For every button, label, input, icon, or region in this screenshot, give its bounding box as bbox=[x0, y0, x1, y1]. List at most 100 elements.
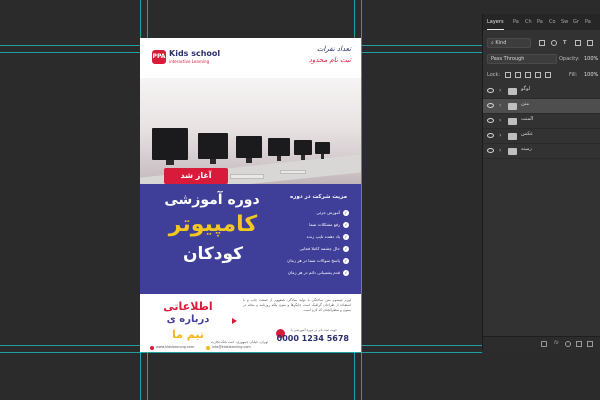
new-group-icon[interactable] bbox=[587, 341, 593, 347]
check-icon: ✓ bbox=[343, 258, 349, 264]
chevron-right-icon[interactable]: › bbox=[499, 102, 501, 109]
check-icon: ✓ bbox=[343, 246, 349, 252]
eye-icon[interactable] bbox=[487, 133, 494, 138]
list-item: ✓رفع مشکلات شما bbox=[275, 220, 349, 232]
type-filter-icon[interactable]: T bbox=[563, 38, 566, 48]
filter-kind-select[interactable]: ⌕ Kind bbox=[487, 38, 531, 48]
folder-icon bbox=[508, 148, 517, 155]
fill-label: Fill: bbox=[569, 72, 578, 78]
layer-name: زمینه bbox=[521, 146, 532, 152]
feature-text: یاد دهنده تایپ زنده bbox=[306, 234, 340, 239]
email-text: info@kidslearning.com bbox=[212, 345, 251, 349]
headline-course: دوره آموزشی bbox=[164, 192, 260, 208]
header-limited-text: ثبت نام محدود bbox=[308, 56, 351, 64]
folder-icon bbox=[508, 103, 517, 110]
shape-filter-icon[interactable] bbox=[575, 40, 581, 46]
features-title: مزیت شرکت در دوره bbox=[290, 194, 347, 200]
lock-position-icon[interactable] bbox=[525, 72, 531, 78]
feature-text: پاسخ سوالات شما در هر زمان bbox=[287, 258, 340, 263]
tab-paragraph[interactable]: Pa bbox=[537, 14, 543, 30]
website-text: www.kidslearning.com bbox=[156, 345, 195, 349]
layers-panel-footer: fx bbox=[483, 336, 600, 350]
smart-object-filter-icon[interactable] bbox=[587, 40, 593, 46]
tab-paths[interactable]: Pa bbox=[513, 14, 519, 30]
layer-row[interactable]: › المنت bbox=[483, 114, 600, 129]
description-paragraph: لورم ایپسوم متن ساختگی با تولید سادگی نا… bbox=[243, 298, 351, 313]
address-text: تهران، خیابان جمهوری، جنب بانک تجارت bbox=[210, 340, 268, 344]
chevron-right-icon[interactable]: › bbox=[499, 117, 501, 124]
opacity-label: Opacity: bbox=[559, 56, 580, 62]
layer-row[interactable]: › زمینه bbox=[483, 144, 600, 159]
link-icon[interactable] bbox=[541, 341, 547, 347]
mask-icon[interactable] bbox=[565, 341, 571, 347]
adjustment-filter-icon[interactable] bbox=[551, 40, 557, 46]
list-item: ✓حال چشمه کاملا فجایی bbox=[275, 244, 349, 256]
monitor-shape bbox=[152, 128, 188, 165]
started-badge: آغاز شد bbox=[164, 168, 228, 184]
tab-swatches[interactable]: Sw bbox=[561, 14, 568, 30]
globe-icon bbox=[150, 346, 154, 350]
keyboard-shape bbox=[230, 174, 264, 179]
tab-layers[interactable]: Layers bbox=[487, 14, 504, 30]
keyboard-shape bbox=[280, 170, 306, 174]
filter-kind-value: Kind bbox=[495, 40, 507, 46]
lock-image-icon[interactable] bbox=[515, 72, 521, 78]
logo-icon: PPA bbox=[152, 50, 166, 64]
info-heading-line1: اطلاعاتی bbox=[163, 300, 213, 313]
opacity-value[interactable]: 100% bbox=[584, 54, 598, 64]
layers-panel: Layers Pa Ch Pa Co Sw Gr Pa ⌕ Kind T Pas… bbox=[482, 14, 600, 350]
layer-name: المنت bbox=[521, 116, 534, 122]
tab-gradients[interactable]: Gr bbox=[573, 14, 579, 30]
headline-kids: کودکان bbox=[182, 244, 244, 264]
eye-icon[interactable] bbox=[487, 88, 494, 93]
fx-icon[interactable]: fx bbox=[554, 340, 559, 346]
check-icon: ✓ bbox=[343, 270, 349, 276]
guide-horizontal[interactable] bbox=[0, 352, 482, 353]
layer-row[interactable]: › عکس bbox=[483, 129, 600, 144]
pixel-filter-icon[interactable] bbox=[539, 40, 545, 46]
adjustment-icon[interactable] bbox=[576, 341, 582, 347]
eye-icon[interactable] bbox=[487, 148, 494, 153]
blend-mode-select[interactable]: Pass Through bbox=[487, 54, 557, 64]
check-icon: ✓ bbox=[343, 222, 349, 228]
feature-text: حال چشمه کاملا فجایی bbox=[299, 246, 340, 251]
arrow-icon bbox=[232, 318, 237, 324]
document-canvas[interactable]: PPA Kids school interactive Learning تعد… bbox=[140, 38, 361, 352]
tab-channels[interactable]: Ch bbox=[525, 14, 532, 30]
check-icon: ✓ bbox=[343, 210, 349, 216]
blend-row: Pass Through Opacity: 100% bbox=[483, 52, 600, 66]
chevron-right-icon[interactable]: › bbox=[499, 87, 501, 94]
feature-text: قدم پشتیبانی دائم در هر زمان bbox=[287, 270, 340, 275]
guide-vertical[interactable] bbox=[361, 0, 362, 400]
lock-row: Lock: Fill: 100% bbox=[483, 68, 600, 82]
lock-label: Lock: bbox=[487, 72, 501, 78]
header-capacity-text: تعداد نفرات bbox=[316, 45, 351, 53]
chevron-right-icon[interactable]: › bbox=[499, 147, 501, 154]
layer-row[interactable]: › متن bbox=[483, 99, 600, 114]
feature-text: رفع مشکلات شما bbox=[309, 222, 340, 227]
phone-label: جهت ثبت نام در دوره آموزشی با bbox=[290, 328, 337, 332]
lock-transparent-icon[interactable] bbox=[505, 72, 511, 78]
monitor-shape bbox=[268, 138, 290, 161]
features-list: ✓آموزش جزئی ✓رفع مشکلات شما ✓یاد دهنده ت… bbox=[275, 208, 349, 280]
eye-icon[interactable] bbox=[487, 103, 494, 108]
monitor-shape bbox=[198, 133, 228, 164]
list-item: ✓آموزش جزئی bbox=[275, 208, 349, 220]
lock-all-icon[interactable] bbox=[545, 72, 551, 78]
info-heading-line2: درباره ی bbox=[166, 314, 210, 325]
poster-header: PPA Kids school interactive Learning تعد… bbox=[140, 38, 361, 78]
check-icon: ✓ bbox=[343, 234, 349, 240]
layer-row[interactable]: › لوگو bbox=[483, 84, 600, 99]
panel-tabs: Layers Pa Ch Pa Co Sw Gr Pa bbox=[483, 14, 600, 30]
fill-value[interactable]: 100% bbox=[584, 70, 598, 80]
tab-patterns[interactable]: Pa bbox=[585, 14, 591, 30]
lock-artboard-icon[interactable] bbox=[535, 72, 541, 78]
eye-icon[interactable] bbox=[487, 118, 494, 123]
tab-color[interactable]: Co bbox=[549, 14, 556, 30]
monitor-shape bbox=[236, 136, 262, 163]
folder-icon bbox=[508, 88, 517, 95]
layer-name: عکس bbox=[521, 131, 534, 137]
folder-icon bbox=[508, 133, 517, 140]
purple-info-band: دوره آموزشی کامپیوتر کودکان مزیت شرکت در… bbox=[140, 184, 361, 294]
chevron-right-icon[interactable]: › bbox=[499, 132, 501, 139]
